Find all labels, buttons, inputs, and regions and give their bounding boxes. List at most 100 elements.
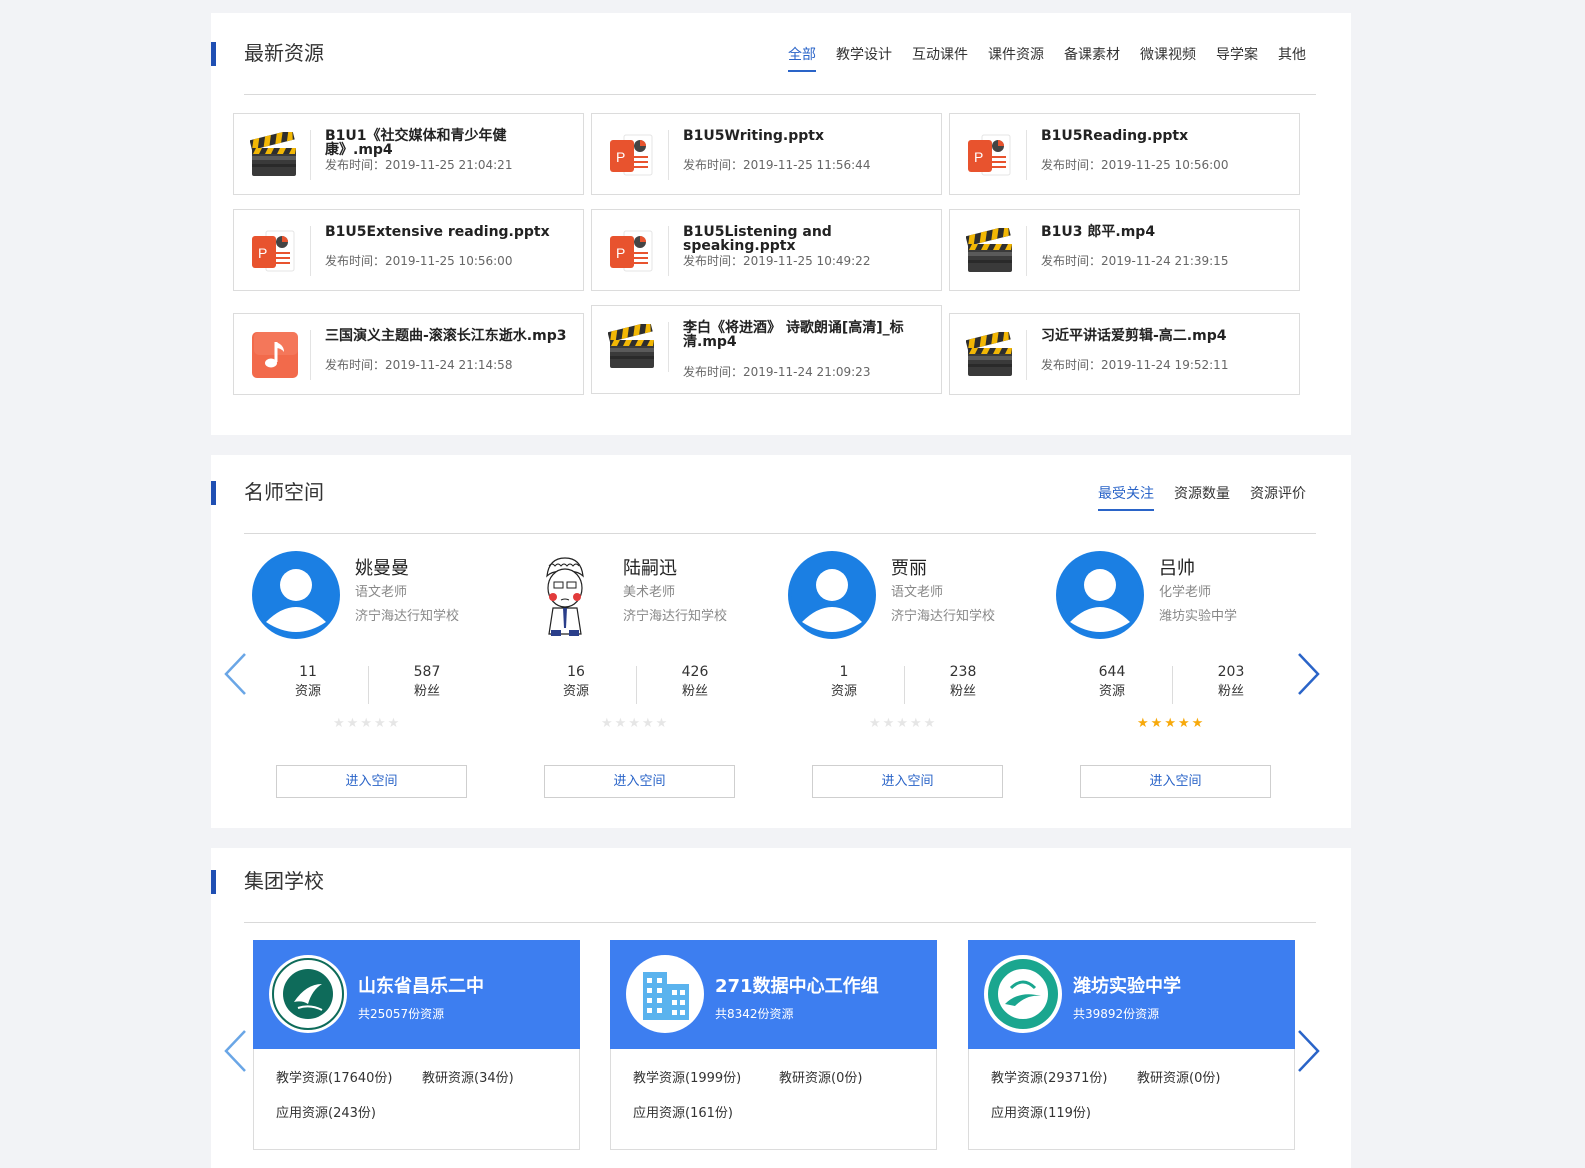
tab-teaching-design[interactable]: 教学设计 [836, 46, 892, 72]
rating-stars: ★★★★★ [601, 715, 669, 731]
resource-count-label: 资源 [830, 684, 857, 699]
enter-space-button[interactable]: 进入空间 [812, 765, 1003, 798]
video-clapper-icon [966, 228, 1012, 272]
section-title: 最新资源 [244, 43, 324, 65]
tab-resource-count[interactable]: 资源数量 [1174, 485, 1230, 511]
resource-name[interactable]: B1U5Reading.pptx [1041, 129, 1289, 143]
star-empty-icon: ★ [882, 715, 897, 730]
card-separator [310, 330, 311, 380]
star-empty-icon: ★ [655, 715, 670, 730]
resource-card[interactable]: P B1U5Reading.pptx 发布时间：2019-11-25 10:56… [949, 113, 1300, 195]
star-empty-icon: ★ [909, 715, 924, 730]
tab-all[interactable]: 全部 [788, 46, 816, 72]
resource-name[interactable]: 三国演义主题曲-滚滚长江东逝水.mp3 [325, 329, 573, 343]
resource-card[interactable]: P B1U5Extensive reading.pptx 发布时间：2019-1… [233, 209, 584, 291]
resource-card[interactable]: P B1U5Writing.pptx 发布时间：2019-11-25 11:56… [591, 113, 942, 195]
resource-card[interactable]: 三国演义主题曲-滚滚长江东逝水.mp3 发布时间：2019-11-24 21:1… [233, 313, 584, 395]
card-separator [310, 226, 311, 276]
resource-name[interactable]: 习近平讲话爱剪辑-高二.mp4 [1041, 329, 1289, 343]
svg-text:P: P [616, 149, 625, 165]
school-name[interactable]: 271数据中心工作组 [715, 972, 879, 998]
carousel-next-arrow-icon[interactable] [1293, 1028, 1323, 1074]
resource-name[interactable]: B1U5Writing.pptx [683, 129, 931, 143]
resource-count-label: 资源 [294, 684, 321, 699]
famous-teachers-panel: 名师空间 最受关注 资源数量 资源评价 姚曼曼 语文老师 济宁海达行知学校 11… [211, 455, 1351, 828]
card-separator [1026, 330, 1027, 380]
tab-resource-rating[interactable]: 资源评价 [1250, 485, 1306, 511]
carousel-prev-arrow-icon[interactable] [221, 651, 251, 697]
teacher-school: 济宁海达行知学校 [355, 609, 460, 624]
teacher-role: 语文老师 [891, 585, 944, 600]
resource-card[interactable]: P B1U5Listening and speaking.pptx 发布时间：2… [591, 209, 942, 291]
school-card[interactable]: 271数据中心工作组 共8342份资源 教学资源(1999份) 教研资源(0份)… [610, 940, 937, 1150]
school-total-resources: 共8342份资源 [715, 1007, 794, 1021]
research-resources: 教研资源(34份) [422, 1071, 514, 1086]
fans-count-stat: 203 粉丝 [1176, 662, 1286, 702]
ppt-icon: P [252, 230, 295, 272]
teacher-school: 济宁海达行知学校 [623, 609, 728, 624]
default-avatar-icon[interactable] [787, 550, 877, 640]
teacher-card: 姚曼曼 语文老师 济宁海达行知学校 11 资源 587 粉丝 ★★★★★ 进入空… [251, 550, 501, 810]
star-empty-icon: ★ [896, 715, 910, 730]
stat-separator [368, 666, 369, 704]
enter-space-button[interactable]: 进入空间 [544, 765, 735, 798]
famous-teachers-header: 名师空间 最受关注 资源数量 资源评价 [211, 479, 1316, 535]
tab-interactive-courseware[interactable]: 互动课件 [912, 46, 968, 72]
resource-card[interactable]: 习近平讲话爱剪辑-高二.mp4 发布时间：2019-11-24 19:52:11 [949, 313, 1300, 395]
fans-count-stat: 426 粉丝 [640, 662, 750, 702]
group-schools-panel: 集团学校 山东省昌乐二中 共25057份资源 教学资源(17640份) 教研资源… [211, 848, 1351, 1168]
resource-time: 发布时间：2019-11-24 21:39:15 [1041, 254, 1229, 268]
star-filled-icon: ★ [1177, 715, 1192, 730]
resource-card[interactable]: 李白《将进酒》 诗歌朗诵[高清]_标清.mp4 发布时间：2019-11-24 … [591, 305, 942, 394]
tab-most-followed[interactable]: 最受关注 [1098, 485, 1154, 511]
resource-time: 发布时间：2019-11-25 11:56:44 [683, 158, 871, 172]
resource-name[interactable]: 李白《将进酒》 诗歌朗诵[高清]_标清.mp4 [683, 321, 913, 349]
fans-count: 426 [681, 664, 709, 680]
fans-count-stat: 238 粉丝 [908, 662, 1018, 702]
resource-count: 11 [299, 664, 317, 680]
school-card[interactable]: 山东省昌乐二中 共25057份资源 教学资源(17640份) 教研资源(34份)… [253, 940, 580, 1150]
school-name[interactable]: 潍坊实验中学 [1073, 972, 1181, 998]
teacher-name[interactable]: 姚曼曼 [355, 554, 409, 580]
ppt-icon: P [610, 134, 653, 176]
tab-study-guides[interactable]: 导学案 [1216, 46, 1258, 72]
school-card-header: 271数据中心工作组 共8342份资源 [610, 940, 937, 1049]
card-separator [668, 226, 669, 276]
resource-name[interactable]: B1U1《社交媒体和青少年健康》.mp4 [325, 129, 573, 157]
cartoon-avatar[interactable] [519, 550, 609, 640]
teacher-name[interactable]: 吕帅 [1159, 554, 1195, 580]
svg-text:P: P [616, 245, 625, 261]
fans-count: 587 [413, 664, 441, 680]
latest-resources-header: 最新资源 全部 教学设计 互动课件 课件资源 备课素材 微课视频 导学案 其他 [211, 40, 1316, 96]
tab-micro-videos[interactable]: 微课视频 [1140, 46, 1196, 72]
enter-space-button[interactable]: 进入空间 [276, 765, 467, 798]
section-title: 集团学校 [244, 871, 324, 893]
video-clapper-icon [966, 332, 1012, 376]
school-card[interactable]: 潍坊实验中学 共39892份资源 教学资源(29371份) 教研资源(0份) 应… [968, 940, 1295, 1150]
school-name[interactable]: 山东省昌乐二中 [358, 972, 484, 998]
teacher-name[interactable]: 贾丽 [891, 554, 927, 580]
enter-space-button[interactable]: 进入空间 [1080, 765, 1271, 798]
tab-lesson-materials[interactable]: 备课素材 [1064, 46, 1120, 72]
applied-resources: 应用资源(161份) [633, 1106, 733, 1121]
resource-count-stat: 644 资源 [1057, 662, 1167, 702]
tab-other[interactable]: 其他 [1278, 46, 1306, 72]
tab-courseware-resources[interactable]: 课件资源 [988, 46, 1044, 72]
teacher-name[interactable]: 陆嗣迅 [623, 554, 677, 580]
star-filled-icon: ★ [1164, 715, 1178, 730]
carousel-prev-arrow-icon[interactable] [221, 1028, 251, 1074]
resource-time: 发布时间：2019-11-25 10:56:00 [325, 254, 513, 268]
resource-name[interactable]: B1U5Extensive reading.pptx [325, 225, 573, 239]
resource-card[interactable]: B1U3 郎平.mp4 发布时间：2019-11-24 21:39:15 [949, 209, 1300, 291]
resource-card[interactable]: B1U1《社交媒体和青少年健康》.mp4 发布时间：2019-11-25 21:… [233, 113, 584, 195]
teaching-resources: 教学资源(17640份) [276, 1071, 393, 1086]
teacher-school: 济宁海达行知学校 [891, 609, 996, 624]
star-empty-icon: ★ [346, 715, 361, 730]
default-avatar-icon[interactable] [1055, 550, 1145, 640]
resource-name[interactable]: B1U5Listening and speaking.pptx [683, 225, 931, 253]
school-card-header: 山东省昌乐二中 共25057份资源 [253, 940, 580, 1049]
resource-time: 发布时间：2019-11-24 19:52:11 [1041, 358, 1229, 372]
default-avatar-icon[interactable] [251, 550, 341, 640]
resource-name[interactable]: B1U3 郎平.mp4 [1041, 225, 1289, 239]
card-separator [668, 322, 669, 372]
